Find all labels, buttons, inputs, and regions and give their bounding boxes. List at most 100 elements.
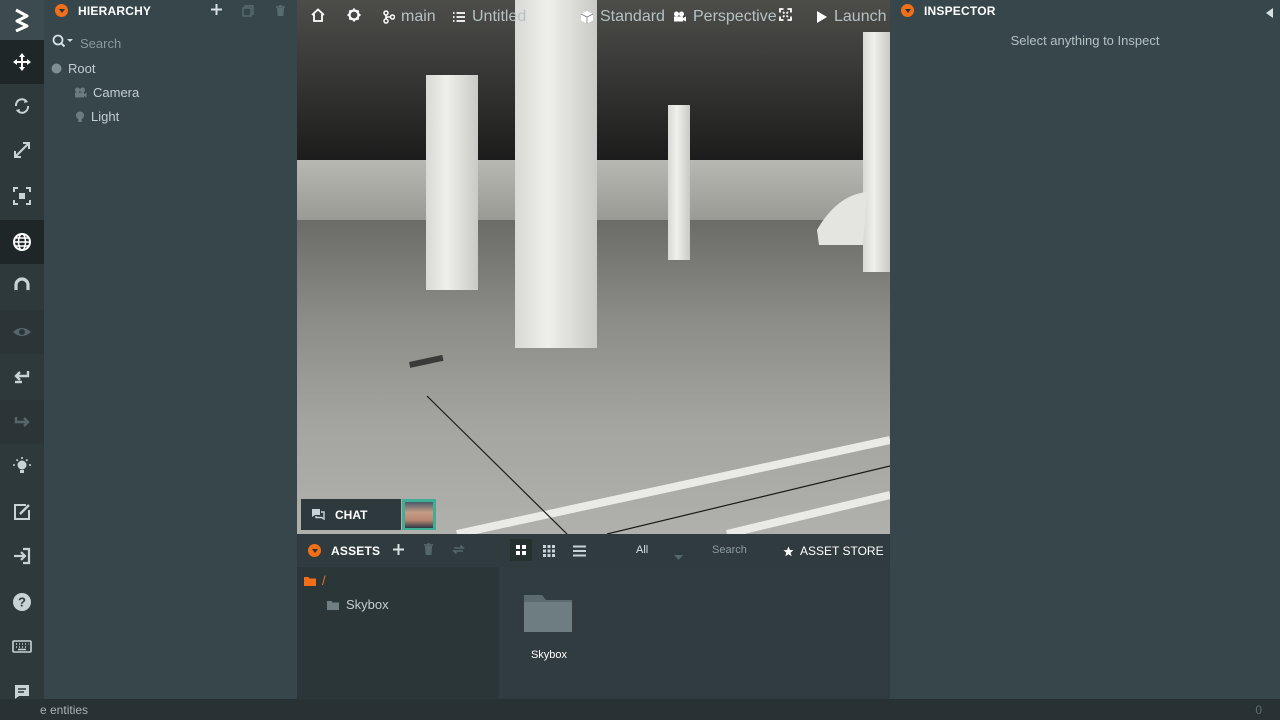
inspector-title: INSPECTOR: [924, 4, 996, 18]
rotate-icon[interactable]: [0, 84, 44, 128]
home-button[interactable]: [311, 8, 325, 22]
assets-panel: ASSETS All Search ASSET STORE / Skybox S…: [297, 534, 890, 699]
light-icon[interactable]: [0, 444, 44, 488]
duplicate-icon[interactable]: [242, 4, 254, 22]
launch-button[interactable]: Launch: [816, 8, 887, 26]
scene-button[interactable]: Untitled: [452, 8, 526, 26]
chat-button[interactable]: CHAT: [301, 499, 401, 530]
hierarchy-search[interactable]: Search: [44, 30, 297, 56]
scene-name-label: Untitled: [472, 8, 527, 25]
settings-button[interactable]: [347, 8, 361, 22]
asset-path-label: /: [322, 573, 326, 588]
filter-select[interactable]: All: [636, 544, 648, 556]
asset-grid-item[interactable]: Skybox: [519, 589, 579, 669]
help-icon[interactable]: ?: [0, 580, 44, 624]
inspector-panel: INSPECTOR Select anything to Inspect: [890, 0, 1280, 699]
delete-asset-icon[interactable]: [423, 543, 434, 561]
editor-root: ? HIERARCHY Search Root Camera Light mai…: [0, 0, 1280, 720]
search-icon: [52, 34, 74, 53]
render-mode-label: Standard: [600, 8, 665, 25]
view-list-icon[interactable]: [573, 544, 586, 562]
tree-item-root[interactable]: Root: [51, 61, 95, 76]
undo-icon[interactable]: [0, 354, 44, 398]
resize-icon[interactable]: [0, 174, 44, 218]
asset-root-folder[interactable]: /: [304, 573, 326, 588]
home-icon: [311, 8, 325, 22]
asset-store-label: ASSET STORE: [800, 544, 884, 558]
branch-label: main: [401, 8, 436, 25]
branch-button[interactable]: main: [383, 8, 436, 26]
list-icon: [453, 12, 465, 22]
launch-label: Launch: [834, 8, 887, 25]
left-toolbar: ?: [0, 0, 44, 699]
chevron-down-icon[interactable]: [674, 548, 683, 566]
add-asset-icon[interactable]: [392, 543, 405, 561]
hierarchy-header: HIERARCHY: [44, 0, 297, 22]
play-icon: [817, 11, 827, 23]
status-bar: e entities 0: [0, 699, 1280, 720]
inspector-header: INSPECTOR: [890, 0, 1280, 22]
collapse-icon[interactable]: [901, 4, 914, 17]
magnet-icon[interactable]: [0, 264, 44, 308]
camera-icon: [75, 87, 87, 98]
assets-header: ASSETS All Search ASSET STORE: [297, 534, 890, 567]
tree-item-label: Camera: [93, 85, 140, 100]
svg-text:?: ?: [18, 595, 26, 610]
view-grid-small-icon[interactable]: [543, 544, 555, 562]
fullscreen-icon: [779, 8, 792, 21]
inspector-empty-message: Select anything to Inspect: [1010, 33, 1160, 48]
gear-icon: [347, 8, 361, 22]
asset-grid-item-label: Skybox: [530, 649, 568, 661]
add-entity-icon[interactable]: [210, 3, 223, 21]
redo-icon[interactable]: [0, 400, 44, 444]
asset-tree-item-label: Skybox: [346, 597, 389, 612]
hierarchy-title: HIERARCHY: [78, 4, 152, 18]
cube-icon: [580, 11, 594, 24]
move-asset-icon[interactable]: [452, 543, 465, 561]
asset-store-button[interactable]: ASSET STORE: [783, 544, 884, 558]
user-avatar[interactable]: [402, 499, 436, 530]
edit-icon[interactable]: [0, 490, 44, 534]
scale-icon[interactable]: [0, 128, 44, 172]
camera-icon: [674, 11, 686, 22]
asset-grid: Skybox: [499, 567, 890, 699]
camera-mode-button[interactable]: Perspective: [673, 8, 777, 26]
status-text: e entities: [40, 703, 89, 717]
tree-item-label: Root: [68, 61, 96, 76]
hierarchy-panel: HIERARCHY Search Root Camera Light: [44, 0, 297, 699]
folder-icon: [304, 576, 316, 586]
scene-markings: [409, 192, 890, 534]
chat-bubble-icon: [312, 509, 325, 521]
lightbulb-icon: [76, 111, 84, 122]
asset-tree-item[interactable]: Skybox: [327, 597, 389, 612]
logo-icon[interactable]: [0, 0, 44, 40]
collapse-panel-icon[interactable]: [1266, 5, 1273, 23]
delete-icon[interactable]: [275, 4, 286, 22]
publish-icon[interactable]: [0, 534, 44, 578]
eye-icon[interactable]: [0, 310, 44, 354]
star-icon: [783, 546, 794, 556]
camera-mode-label: Perspective: [693, 8, 777, 25]
render-mode-button[interactable]: Standard: [580, 8, 665, 26]
move-icon[interactable]: [0, 40, 44, 84]
assets-title: ASSETS: [331, 544, 381, 558]
keyboard-icon[interactable]: [0, 624, 44, 668]
chat-label: CHAT: [335, 507, 368, 522]
status-count: 0: [1255, 703, 1262, 717]
folder-icon: [524, 595, 572, 632]
world-icon[interactable]: [0, 220, 44, 264]
tree-item-light[interactable]: Light: [75, 109, 119, 124]
view-grid-large-icon[interactable]: [510, 539, 532, 561]
tree-item-label: Light: [91, 109, 120, 124]
asset-tree: / Skybox: [297, 567, 499, 699]
asset-search-input[interactable]: Search: [712, 544, 747, 556]
folder-icon: [327, 600, 339, 610]
collapse-icon[interactable]: [308, 544, 321, 557]
branch-icon: [383, 10, 395, 24]
entity-dot-icon: [51, 63, 62, 74]
collapse-icon[interactable]: [55, 4, 68, 17]
tree-item-camera[interactable]: Camera: [74, 85, 139, 100]
fullscreen-button[interactable]: [779, 8, 792, 21]
search-input[interactable]: Search: [80, 36, 121, 51]
scene-viewport[interactable]: main Untitled Standard Perspective Launc…: [297, 0, 890, 534]
